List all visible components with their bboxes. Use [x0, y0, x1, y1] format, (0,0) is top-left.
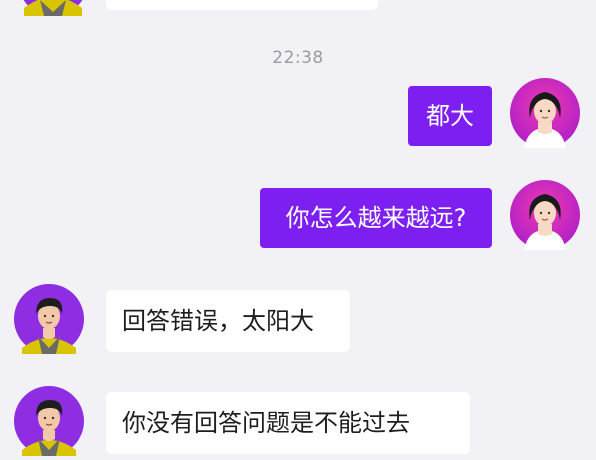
incoming-message-bubble[interactable]: 回答错误，太阳大: [106, 290, 350, 352]
user-avatar[interactable]: [510, 78, 582, 150]
female-avatar-icon: [510, 78, 580, 148]
message-timestamp: 22:38: [272, 48, 324, 68]
previous-incoming-bubble: [106, 0, 378, 10]
outgoing-message-bubble[interactable]: 你怎么越来越远?: [260, 188, 492, 248]
male-avatar-icon: [14, 386, 84, 456]
message-text: 都大: [426, 102, 474, 130]
message-text: 回答错误，太阳大: [122, 307, 314, 335]
female-avatar-icon: [510, 180, 580, 250]
outgoing-message-bubble[interactable]: 都大: [408, 86, 492, 146]
message-text: 你怎么越来越远?: [285, 204, 467, 232]
male-avatar-icon: [14, 284, 84, 354]
male-avatar-icon: [23, 0, 83, 16]
incoming-message-bubble[interactable]: 你没有回答问题是不能过去: [106, 392, 470, 454]
message-text: 你没有回答问题是不能过去: [122, 409, 410, 437]
bot-avatar[interactable]: [14, 386, 88, 460]
bot-avatar-partial[interactable]: [18, 0, 88, 16]
user-avatar[interactable]: [510, 180, 582, 252]
bot-avatar[interactable]: [14, 284, 88, 358]
